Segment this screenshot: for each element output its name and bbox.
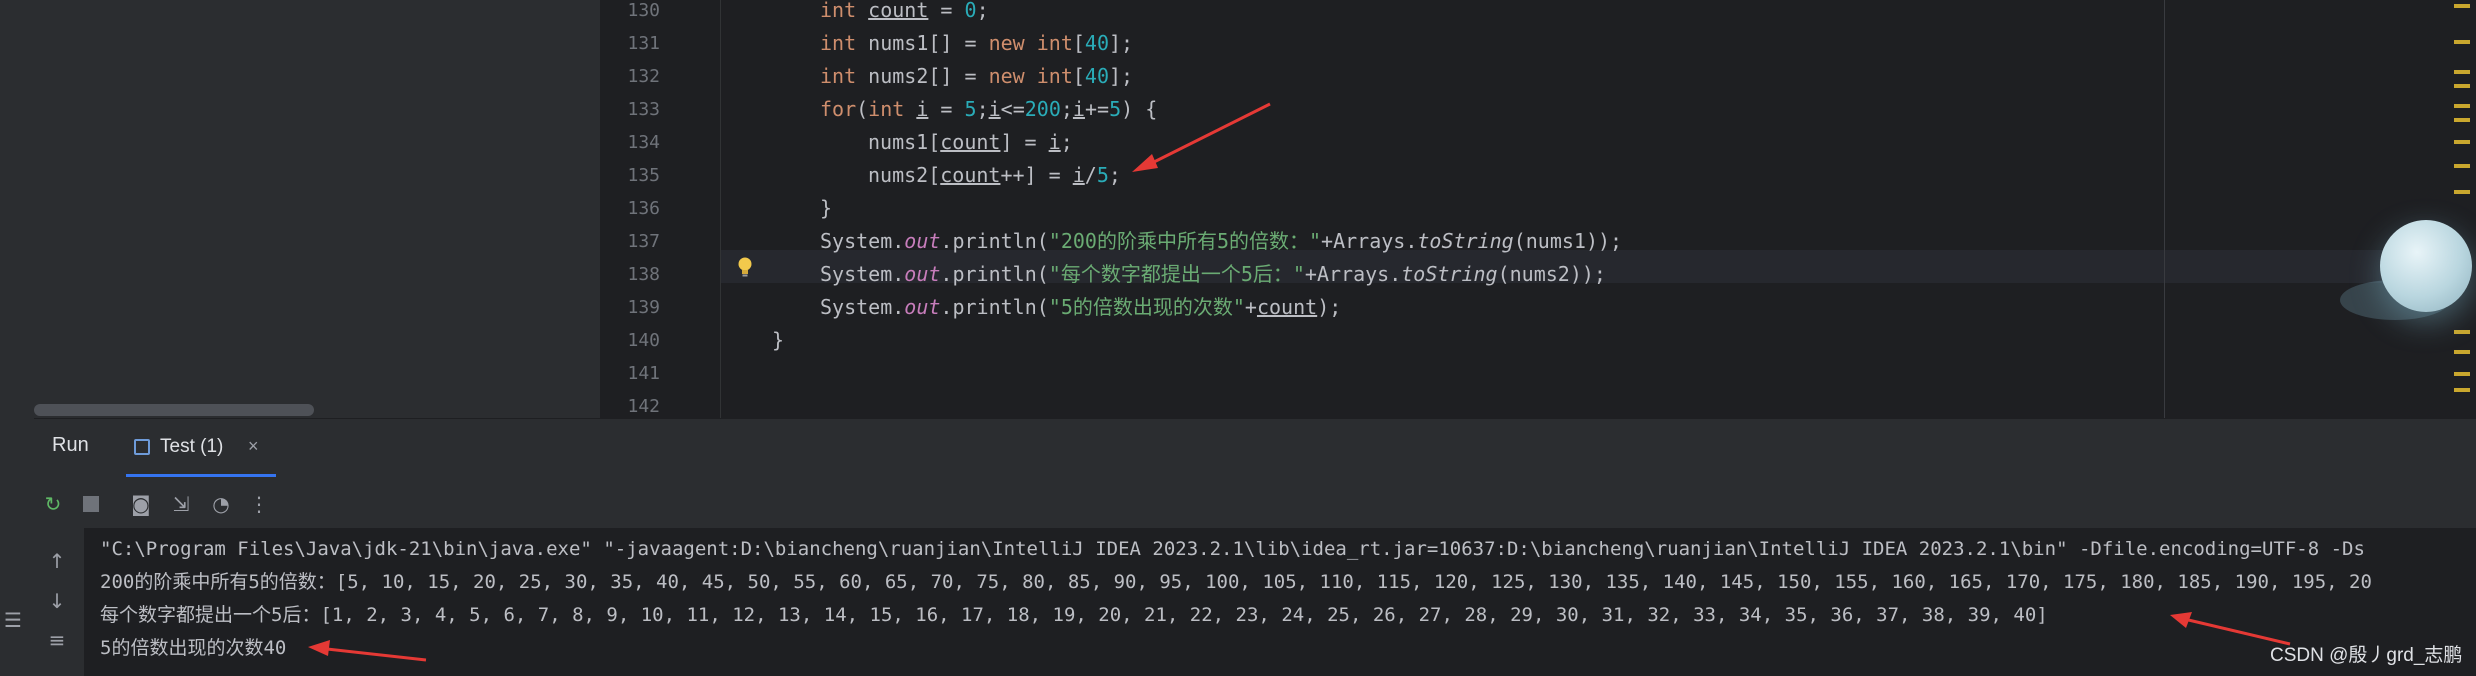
arrowhead: [1132, 154, 1158, 172]
annotation-arrows: [308, 102, 2291, 662]
annotation-arrow: [317, 646, 427, 662]
arrowhead: [2170, 612, 2192, 628]
annotation-arrow: [2179, 616, 2291, 646]
annotation-arrow: [1145, 102, 1271, 168]
arrowhead: [308, 640, 330, 656]
